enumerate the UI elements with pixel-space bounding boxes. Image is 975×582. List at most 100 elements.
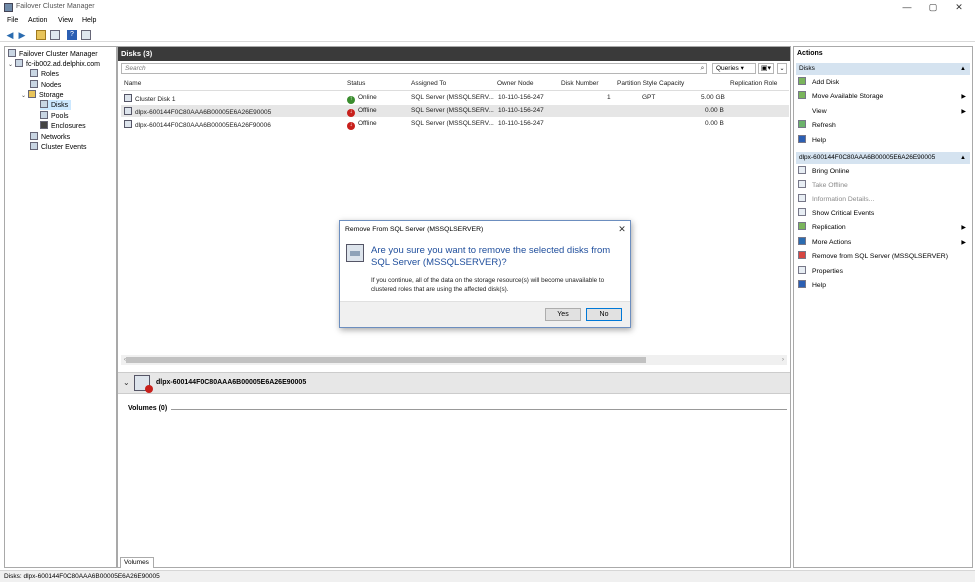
- section-label: dlpx-600144F0C80AAA6B00005E6A26E90005: [799, 154, 936, 161]
- partition-style-cell: GPT: [642, 94, 656, 101]
- dialog-title: Remove From SQL Server (MSSQLSERVER): [345, 226, 484, 233]
- column-header-status[interactable]: Status: [347, 80, 365, 87]
- server-slot-icon: [350, 251, 360, 256]
- menu-help[interactable]: Help: [82, 17, 96, 24]
- scroll-left-icon[interactable]: ‹: [121, 355, 129, 365]
- yes-button[interactable]: Yes: [545, 308, 581, 321]
- chevron-down-icon[interactable]: ⌄: [21, 91, 27, 101]
- header-divider: [121, 90, 789, 91]
- tree-item-disks[interactable]: Disks: [40, 100, 72, 110]
- tree-item-enclosures[interactable]: Enclosures: [40, 121, 86, 131]
- minimize-button[interactable]: —: [898, 1, 916, 14]
- tree-item-pools[interactable]: Pools: [40, 111, 69, 121]
- tab-volumes[interactable]: Volumes: [120, 557, 154, 568]
- disk-number-cell: 1: [607, 94, 611, 101]
- maximize-button[interactable]: ▢: [924, 1, 942, 14]
- status-cell: ↓ Offline: [347, 107, 377, 117]
- action-show-critical-events[interactable]: Show Critical Events: [798, 208, 970, 220]
- tree-item-roles[interactable]: Roles: [30, 69, 59, 79]
- capacity-cell: 0.00 B: [705, 120, 724, 127]
- move-storage-icon: [798, 91, 806, 99]
- action-refresh[interactable]: Refresh: [798, 120, 970, 132]
- tree-item-storage[interactable]: ⌄ Storage: [21, 90, 64, 100]
- action-label: Remove from SQL Server (MSSQLSERVER): [812, 253, 948, 260]
- properties-icon: [798, 266, 806, 274]
- queries-dropdown[interactable]: Queries ▾: [712, 63, 756, 74]
- bring-online-icon: [798, 166, 806, 174]
- forward-icon[interactable]: ▶: [17, 30, 27, 40]
- help-icon[interactable]: ?: [67, 30, 77, 40]
- tree-item-networks[interactable]: Networks: [30, 132, 70, 142]
- pane-title: Disks (3): [118, 47, 790, 61]
- actions-section-disks[interactable]: Disks ▲: [796, 63, 970, 75]
- help-icon: [798, 280, 806, 288]
- offline-disk-icon: [134, 375, 153, 393]
- menu-action[interactable]: Action: [28, 17, 47, 24]
- column-header-disk-number[interactable]: Disk Number: [561, 80, 599, 87]
- action-move-available-storage[interactable]: Move Available Storage ▶: [798, 91, 970, 103]
- tree-label: fc-ib002.ad.delphix.com: [26, 61, 100, 68]
- tree-label: Cluster Events: [41, 144, 87, 151]
- folder-up-icon[interactable]: [36, 30, 46, 40]
- save-query-button[interactable]: ▣▾: [758, 63, 774, 74]
- collapse-up-icon[interactable]: ▲: [960, 152, 966, 164]
- action-add-disk[interactable]: Add Disk: [798, 77, 970, 89]
- close-window-button[interactable]: ✕: [950, 1, 968, 14]
- action-label: Refresh: [812, 122, 836, 129]
- no-button[interactable]: No: [586, 308, 622, 321]
- column-header-replication-role[interactable]: Replication Role: [730, 80, 777, 87]
- action-bring-online[interactable]: Bring Online: [798, 166, 970, 178]
- action-label: Properties: [812, 268, 843, 275]
- roles-icon: [30, 69, 38, 77]
- column-header-owner-node[interactable]: Owner Node: [497, 80, 534, 87]
- show-hide-action-pane-icon[interactable]: [81, 30, 91, 40]
- action-replication[interactable]: Replication ▶: [798, 222, 970, 234]
- table-row[interactable]: dlpx-600144F0C80AAA6B00005E6A26F90006 ↓ O…: [121, 118, 789, 130]
- chevron-down-icon[interactable]: ⌄: [123, 378, 130, 387]
- status-text: Offline: [358, 107, 377, 114]
- action-remove-from-sql-server[interactable]: Remove from SQL Server (MSSQLSERVER): [798, 251, 970, 263]
- column-header-capacity[interactable]: Capacity: [659, 80, 684, 87]
- collapse-up-icon[interactable]: ▲: [960, 63, 966, 75]
- add-disk-icon: [798, 77, 806, 85]
- search-input[interactable]: Search: [121, 63, 707, 74]
- action-help[interactable]: Help: [798, 135, 970, 147]
- actions-section-disk[interactable]: dlpx-600144F0C80AAA6B00005E6A26E90005 ▲: [796, 152, 970, 164]
- actions-pane: Actions Disks ▲ Add Disk Move Available S…: [793, 46, 973, 568]
- tree-item-cluster[interactable]: ⌄ fc-ib002.ad.delphix.com: [8, 59, 100, 69]
- tree-item-nodes[interactable]: Nodes: [30, 80, 61, 90]
- blank-icon: [798, 106, 806, 114]
- action-help-disk[interactable]: Help: [798, 280, 970, 292]
- dialog-question: Are you sure you want to remove the sele…: [371, 245, 611, 268]
- tree-item-cluster-events[interactable]: Cluster Events: [30, 142, 87, 152]
- action-label: More Actions: [812, 239, 852, 246]
- disk-name: dlpx-600144F0C80AAA6B00005E6A26F90006: [135, 122, 271, 129]
- scroll-right-icon[interactable]: ›: [779, 355, 787, 365]
- capacity-cell: 5.00 GB: [701, 94, 725, 101]
- cluster-icon: [15, 59, 23, 67]
- tree-item-root[interactable]: Failover Cluster Manager: [8, 49, 98, 59]
- action-more-actions[interactable]: More Actions ▶: [798, 237, 970, 249]
- enclosures-icon: [40, 121, 48, 129]
- show-hide-tree-icon[interactable]: [50, 30, 60, 40]
- column-header-assigned-to[interactable]: Assigned To: [411, 80, 446, 87]
- search-icon[interactable]: ⌕: [698, 64, 707, 73]
- back-icon[interactable]: ◀: [5, 30, 15, 40]
- action-properties[interactable]: Properties: [798, 266, 970, 278]
- action-information-details[interactable]: Information Details...: [798, 194, 970, 206]
- menu-file[interactable]: File: [7, 17, 18, 24]
- collapse-icon[interactable]: ⌄: [777, 63, 787, 74]
- scrollbar-thumb[interactable]: [126, 357, 646, 363]
- tree-label: Roles: [41, 71, 59, 78]
- cluster-manager-icon: [8, 49, 16, 57]
- close-icon[interactable]: ✕: [616, 223, 628, 235]
- column-header-partition-style[interactable]: Partition Style: [617, 80, 657, 87]
- column-header-name[interactable]: Name: [124, 80, 141, 87]
- tab-divider: [118, 567, 790, 568]
- table-row[interactable]: Cluster Disk 1 ↑ Online SQL Server (MSSQL…: [121, 92, 789, 104]
- action-view[interactable]: View ▶: [798, 106, 970, 118]
- chevron-down-icon[interactable]: ⌄: [8, 60, 14, 70]
- action-take-offline[interactable]: Take Offline: [798, 180, 970, 192]
- menu-view[interactable]: View: [58, 17, 73, 24]
- table-row[interactable]: dlpx-600144F0C80AAA6B00005E6A26E90005 ↓ O…: [121, 105, 789, 117]
